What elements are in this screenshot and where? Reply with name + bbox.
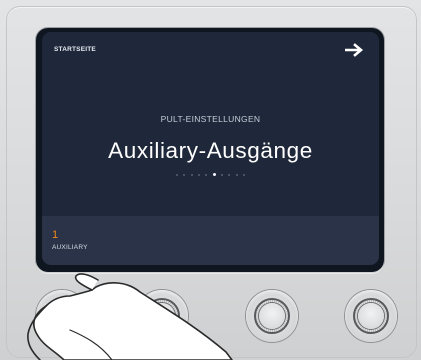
page-dot (175, 174, 178, 176)
menu-subtitle: PULT-EINSTELLUNGEN (160, 114, 261, 124)
knob-4[interactable] (345, 290, 397, 342)
page-dot (205, 174, 208, 176)
parameter-area: 1 AUXILIARY (42, 216, 379, 265)
knob-3[interactable] (246, 290, 298, 342)
auxiliary-value: 1 (52, 229, 59, 241)
home-button[interactable]: STARTSEITE (54, 46, 96, 53)
menu-area: STARTSEITE PULT-EINSTELLUNGEN Auxiliary-… (42, 32, 379, 216)
control-panel: STARTSEITE PULT-EINSTELLUNGEN Auxiliary-… (0, 0, 421, 360)
page-indicator (42, 173, 379, 176)
page-dot (197, 174, 200, 176)
knob-cap (259, 303, 285, 329)
menu-title: Auxiliary-Ausgänge (108, 138, 313, 163)
page-dot (228, 174, 231, 176)
page-dot (183, 174, 186, 176)
page-dot (243, 174, 246, 176)
page-dot-active (212, 173, 216, 176)
knob-cap (49, 303, 75, 329)
arrow-right-icon[interactable] (345, 42, 365, 58)
page-dot (221, 174, 224, 176)
lcd-screen[interactable]: STARTSEITE PULT-EINSTELLUNGEN Auxiliary-… (42, 32, 379, 265)
page-dot (235, 174, 238, 176)
knob-1[interactable] (36, 290, 88, 342)
knob-cap (149, 303, 175, 329)
knob-cap (358, 303, 384, 329)
page-dot (190, 174, 193, 176)
auxiliary-label: AUXILIARY (52, 244, 88, 251)
knob-2[interactable] (136, 290, 188, 342)
